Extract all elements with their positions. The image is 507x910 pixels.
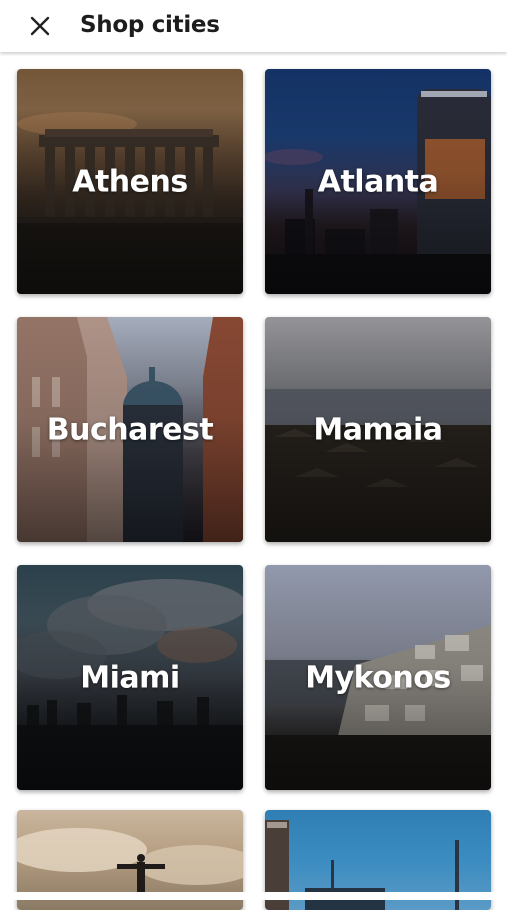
city-name: Atlanta (317, 164, 439, 199)
top-app-bar: Shop cities (0, 0, 507, 52)
city-tile-miami[interactable]: Miami (17, 565, 243, 790)
city-tile-athens[interactable]: Athens (17, 69, 243, 294)
page-title: Shop cities (80, 12, 220, 38)
close-button[interactable] (26, 12, 54, 40)
city-tile-mykonos[interactable]: Mykonos (265, 565, 491, 790)
city-name: Miami (80, 660, 180, 695)
close-icon (30, 16, 50, 36)
city-name: Athens (72, 164, 188, 199)
city-tile-bucharest[interactable]: Bucharest (17, 317, 243, 542)
city-name: Mamaia (313, 412, 443, 447)
city-tile-mamaia[interactable]: Mamaia (265, 317, 491, 542)
city-name: Mykonos (305, 660, 451, 695)
bottom-edge (0, 892, 507, 900)
city-tile-atlanta[interactable]: Atlanta (265, 69, 491, 294)
city-name: Bucharest (46, 412, 214, 447)
